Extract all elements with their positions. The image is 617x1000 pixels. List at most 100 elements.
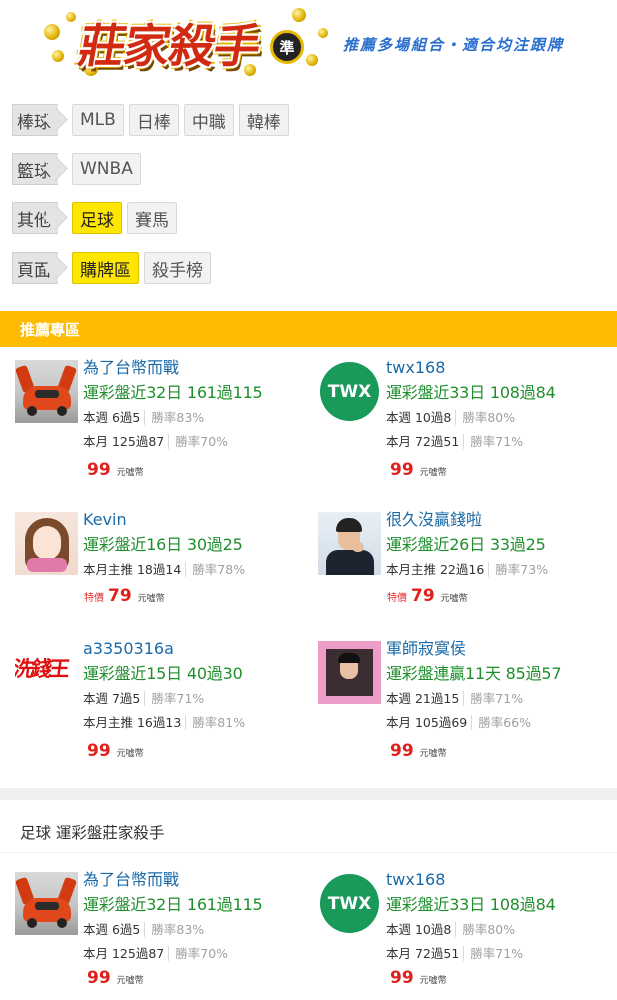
- tipster-name[interactable]: 很久沒贏錢啦: [386, 508, 548, 532]
- price: 79: [411, 586, 435, 606]
- month-stat: 本月 72過51 勝率71%: [386, 946, 524, 961]
- win-rate: 勝率73%: [488, 562, 549, 577]
- nav-item-cpbl[interactable]: 中職: [183, 104, 234, 136]
- tipster-name[interactable]: twx168: [386, 868, 556, 892]
- avatar-text: 洗錢王: [15, 656, 69, 681]
- slogan: 推薦多場組合・適合均注跟牌: [343, 36, 565, 54]
- week-stat: 本週 7過5 勝率71%: [83, 691, 205, 706]
- avatar: [15, 512, 78, 575]
- nav-item-killer-ranking[interactable]: 殺手榜: [144, 252, 211, 284]
- nav-category-label: 棒球: [12, 104, 58, 136]
- tipster-card[interactable]: 洗錢王 a3350316a 運彩盤近15日 40過30 本週 7過5 勝率71% …: [15, 637, 315, 765]
- tipster-record: 運彩盤近16日 30過25: [83, 535, 243, 554]
- month-stat: 本月 105過69 勝率66%: [386, 715, 532, 730]
- win-rate: 勝率83%: [144, 410, 205, 425]
- win-rate: 勝率71%: [144, 691, 205, 706]
- price-unit: 元噓幣: [419, 468, 447, 478]
- tipster-record: 運彩盤近26日 33過25: [386, 535, 546, 554]
- site-logo[interactable]: 莊家殺手 準: [44, 6, 334, 80]
- price-line: 特價 79 元噓幣: [83, 586, 245, 608]
- price-line: 99 元噓幣: [386, 460, 556, 482]
- tipster-name[interactable]: 軍師寂寞侯: [386, 637, 561, 661]
- avatar: [318, 641, 381, 704]
- special-price-label: 特價: [387, 593, 407, 604]
- month-featured-stat: 本月主推 22過16 勝率73%: [386, 562, 549, 577]
- price: 99: [87, 741, 111, 761]
- avatar: [15, 360, 78, 423]
- week-stat: 本週 10過8 勝率80%: [386, 410, 516, 425]
- nav-item-horse-racing[interactable]: 賽馬: [127, 202, 177, 234]
- nav-row-basketball: 籃球 WNBA: [12, 153, 141, 185]
- tipster-name[interactable]: Kevin: [83, 508, 245, 532]
- month-featured-stat: 本月主推 18過14 勝率78%: [83, 562, 246, 577]
- nav-item-wnba[interactable]: WNBA: [72, 153, 141, 185]
- price: 79: [108, 586, 132, 606]
- nav-item-soccer[interactable]: 足球: [72, 202, 122, 234]
- avatar: 洗錢王: [15, 641, 78, 704]
- price-line: 99 元噓幣: [386, 741, 561, 763]
- section-header-recommend: 推薦專區: [0, 311, 617, 347]
- win-rate: 勝率80%: [455, 410, 516, 425]
- week-stat: 本週 21過15 勝率71%: [386, 691, 524, 706]
- nav-row-baseball: 棒球 MLB 日棒 中職 韓棒: [12, 104, 289, 136]
- tipster-card[interactable]: 很久沒贏錢啦 運彩盤近26日 33過25 本月主推 22過16 勝率73% 特價 7…: [318, 508, 617, 636]
- tipster-record: 運彩盤近15日 40過30: [83, 664, 243, 683]
- tipster-card[interactable]: 軍師寂寞侯 運彩盤連贏11天 85過57 本週 21過15 勝率71% 本月 10…: [318, 637, 617, 765]
- tipster-record: 運彩盤近32日 161過115: [83, 383, 263, 402]
- nav-row-other: 其他 足球 賽馬: [12, 202, 177, 234]
- nav-item-npb[interactable]: 日棒: [128, 104, 179, 136]
- nav-item-buy-picks[interactable]: 購牌區: [72, 252, 139, 284]
- tipster-card[interactable]: Kevin 運彩盤近16日 30過25 本月主推 18過14 勝率78% 特價 79…: [15, 508, 315, 636]
- tipster-card[interactable]: 為了台幣而戰 運彩盤近32日 161過115 本週 6過5 勝率83% 本月 12…: [15, 356, 315, 484]
- tipster-card[interactable]: TWX twx168 運彩盤近33日 108過84 本週 10過8 勝率80% 本…: [318, 868, 617, 996]
- tipster-record: 運彩盤近32日 161過115: [83, 895, 263, 914]
- price-line: 特價 79 元噓幣: [386, 586, 548, 608]
- nav-item-kbo[interactable]: 韓棒: [238, 104, 289, 136]
- avatar: [15, 872, 78, 935]
- win-rate: 勝率71%: [463, 434, 524, 449]
- tipster-record: 運彩盤近33日 108過84: [386, 895, 556, 914]
- month-stat: 本月 125過87 勝率70%: [83, 434, 229, 449]
- nav-category-label: 頁面: [12, 252, 58, 284]
- win-rate: 勝率71%: [463, 946, 524, 961]
- week-stat: 本週 6過5 勝率83%: [83, 410, 205, 425]
- tipster-name[interactable]: 為了台幣而戰: [83, 356, 263, 380]
- win-rate: 勝率71%: [463, 691, 524, 706]
- month-stat: 本月 72過51 勝率71%: [386, 434, 524, 449]
- price-line: 99 元噓幣: [83, 741, 245, 763]
- logo-text: 莊家殺手: [74, 19, 265, 73]
- tipster-name[interactable]: a3350316a: [83, 637, 245, 661]
- tipster-record: 運彩盤近33日 108過84: [386, 383, 556, 402]
- win-rate: 勝率70%: [168, 946, 229, 961]
- price-line: 99 元噓幣: [83, 460, 263, 482]
- tipster-card[interactable]: TWX twx168 運彩盤近33日 108過84 本週 10過8 勝率80% 本…: [318, 356, 617, 484]
- avatar: TWX: [318, 872, 381, 935]
- price-unit: 元噓幣: [116, 976, 144, 986]
- logo-badge: 準: [270, 30, 304, 64]
- nav-item-mlb[interactable]: MLB: [72, 104, 124, 136]
- price: 99: [390, 460, 414, 480]
- week-stat: 本週 6過5 勝率83%: [83, 922, 205, 937]
- win-rate: 勝率70%: [168, 434, 229, 449]
- price-unit: 元噓幣: [419, 976, 447, 986]
- divider: [0, 852, 617, 853]
- price-line: 99 元噓幣: [83, 968, 263, 990]
- tipster-record: 運彩盤連贏11天 85過57: [386, 664, 562, 683]
- win-rate: 勝率81%: [185, 715, 246, 730]
- price: 99: [390, 741, 414, 761]
- twx-logo-icon: TWX: [320, 874, 379, 933]
- price-unit: 元噓幣: [419, 749, 447, 759]
- price: 99: [87, 460, 111, 480]
- special-price-label: 特價: [84, 593, 104, 604]
- header-banner: 莊家殺手 準 推薦多場組合・適合均注跟牌: [0, 0, 617, 88]
- tipster-name[interactable]: twx168: [386, 356, 556, 380]
- avatar: TWX: [318, 360, 381, 423]
- win-rate: 勝率83%: [144, 922, 205, 937]
- price-unit: 元噓幣: [137, 594, 165, 604]
- twx-logo-icon: TWX: [320, 362, 379, 421]
- price: 99: [87, 968, 111, 988]
- tipster-card[interactable]: 為了台幣而戰 運彩盤近32日 161過115 本週 6過5 勝率83% 本月 12…: [15, 868, 315, 996]
- tipster-name[interactable]: 為了台幣而戰: [83, 868, 263, 892]
- avatar: [318, 512, 381, 575]
- week-stat: 本週 10過8 勝率80%: [386, 922, 516, 937]
